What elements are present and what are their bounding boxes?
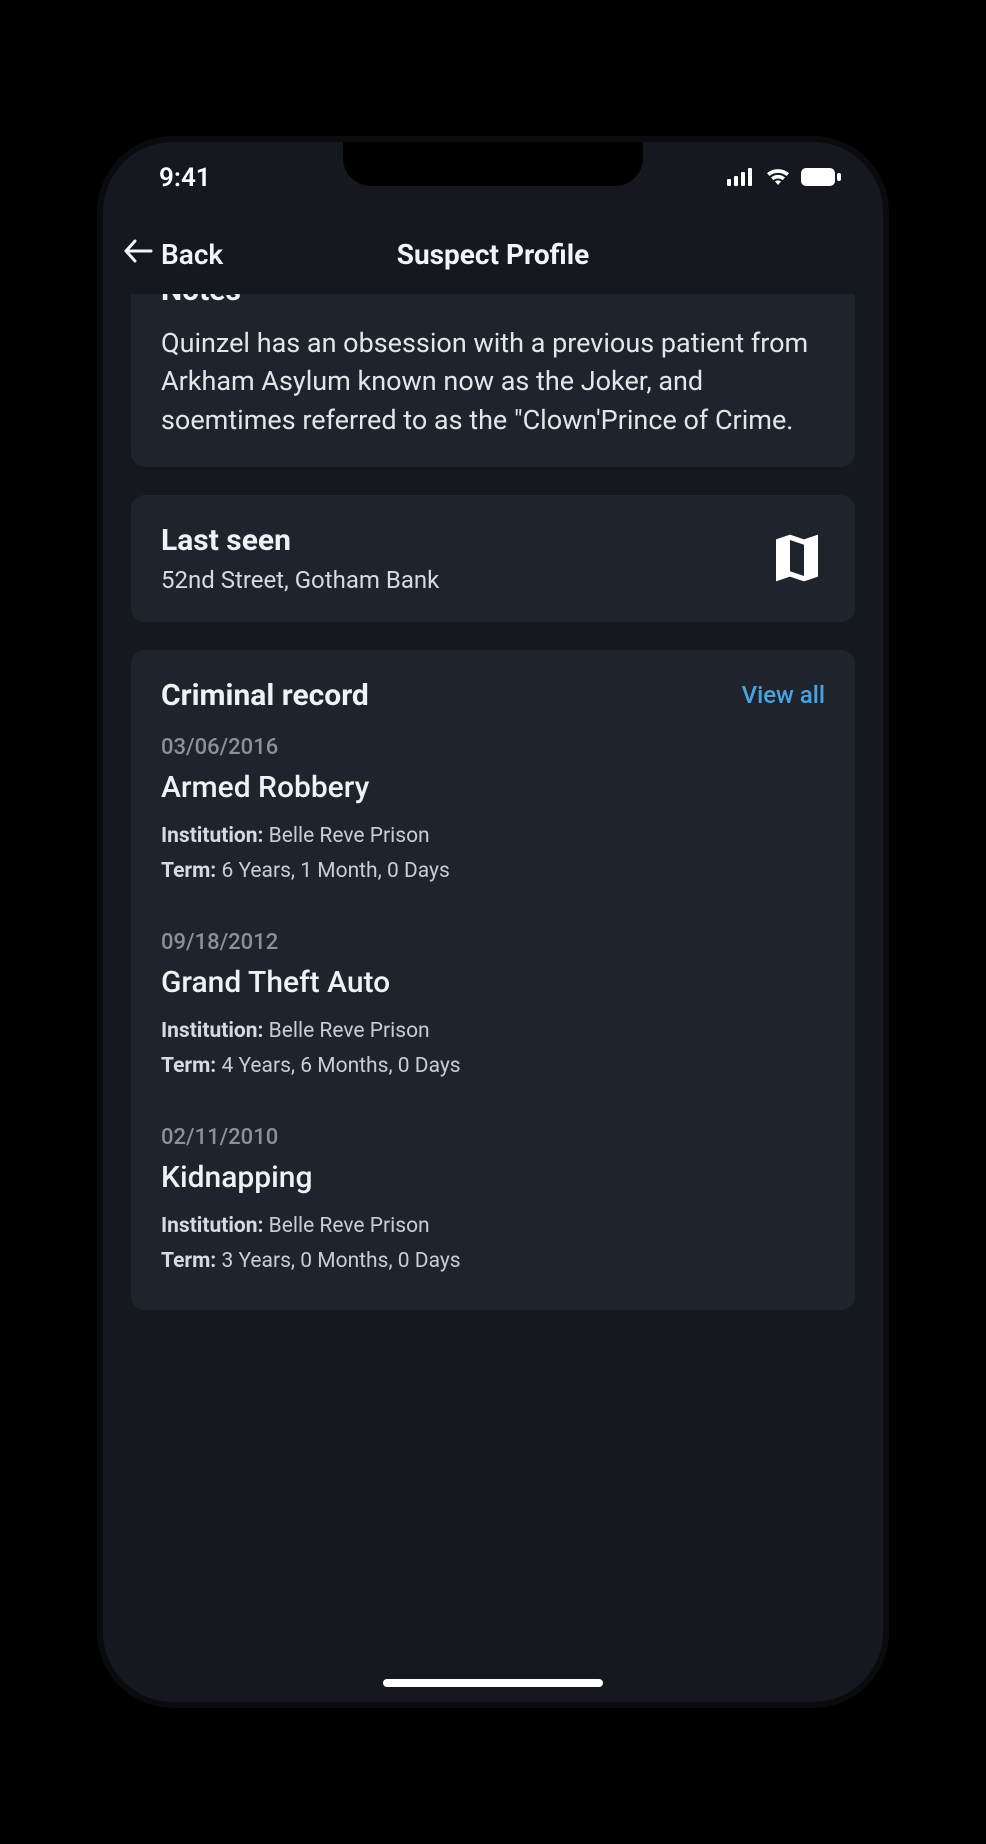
notes-body: Quinzel has an obsession with a previous…	[161, 324, 825, 439]
battery-icon	[801, 163, 841, 193]
last-seen-location: 52nd Street, Gotham Bank	[161, 566, 749, 594]
last-seen-card[interactable]: Last seen 52nd Street, Gotham Bank	[131, 495, 855, 622]
status-time: 9:41	[159, 163, 211, 193]
record-institution-line: Institution: Belle Reve Prison	[161, 1016, 825, 1048]
screen: 9:41	[103, 142, 883, 1702]
home-indicator[interactable]	[383, 1679, 603, 1687]
record-term-line: Term: 3 Years, 0 Months, 0 Days	[161, 1246, 825, 1278]
institution-label: Institution:	[161, 824, 263, 848]
record-crime: Kidnapping	[161, 1160, 825, 1195]
back-label: Back	[161, 238, 223, 271]
record-date: 03/06/2016	[161, 735, 825, 760]
wifi-icon	[765, 163, 791, 193]
record-institution-line: Institution: Belle Reve Prison	[161, 821, 825, 853]
record-crime: Armed Robbery	[161, 770, 825, 805]
record-term-line: Term: 6 Years, 1 Month, 0 Days	[161, 856, 825, 888]
nav-bar: Back Suspect Profile	[103, 214, 883, 294]
record-term-line: Term: 4 Years, 6 Months, 0 Days	[161, 1051, 825, 1083]
record-term: 6 Years, 1 Month, 0 Days	[221, 859, 449, 883]
record-institution: Belle Reve Prison	[269, 1019, 430, 1043]
record-institution-line: Institution: Belle Reve Prison	[161, 1211, 825, 1243]
term-label: Term:	[161, 1054, 216, 1078]
map-icon	[769, 530, 825, 586]
record-crime: Grand Theft Auto	[161, 965, 825, 1000]
term-label: Term:	[161, 1249, 216, 1273]
institution-label: Institution:	[161, 1214, 263, 1238]
cellular-icon	[727, 163, 755, 193]
record-term: 4 Years, 6 Months, 0 Days	[221, 1054, 460, 1078]
content-scroll[interactable]: Notes Quinzel has an obsession with a pr…	[103, 294, 883, 1702]
record-item: 02/11/2010 Kidnapping Institution: Belle…	[161, 1125, 825, 1278]
institution-label: Institution:	[161, 1019, 263, 1043]
term-label: Term:	[161, 859, 216, 883]
criminal-record-title: Criminal record	[161, 678, 369, 713]
criminal-record-card: Criminal record View all 03/06/2016 Arme…	[131, 650, 855, 1310]
record-item: 03/06/2016 Armed Robbery Institution: Be…	[161, 735, 825, 888]
record-date: 09/18/2012	[161, 930, 825, 955]
record-date: 02/11/2010	[161, 1125, 825, 1150]
record-institution: Belle Reve Prison	[269, 1214, 430, 1238]
status-indicators	[727, 163, 841, 193]
notes-title: Notes	[161, 294, 825, 306]
phone-frame: 9:41	[103, 142, 883, 1702]
back-button[interactable]: Back	[123, 238, 223, 271]
record-term: 3 Years, 0 Months, 0 Days	[221, 1249, 460, 1273]
last-seen-title: Last seen	[161, 523, 749, 558]
arrow-left-icon	[123, 238, 153, 271]
record-institution: Belle Reve Prison	[269, 824, 430, 848]
view-all-link[interactable]: View all	[742, 681, 825, 709]
notes-card: Notes Quinzel has an obsession with a pr…	[131, 294, 855, 467]
notch	[343, 142, 643, 186]
record-item: 09/18/2012 Grand Theft Auto Institution:…	[161, 930, 825, 1083]
